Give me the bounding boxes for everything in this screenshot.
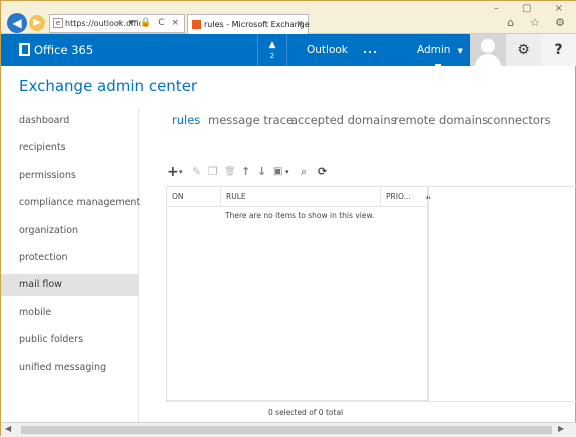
- page-icon: e: [53, 18, 63, 28]
- gear-icon[interactable]: ⚙: [506, 34, 541, 66]
- notification-count: 2: [269, 52, 275, 60]
- help-icon[interactable]: ?: [541, 34, 576, 66]
- tab-connectors[interactable]: connectors: [487, 113, 551, 127]
- export-dropdown-icon[interactable]: ▾: [285, 164, 289, 180]
- delete-icon[interactable]: 🗑: [224, 164, 235, 180]
- search-icon[interactable]: ⌕: [301, 164, 307, 180]
- page-title: Exchange admin center: [19, 77, 198, 95]
- sidebar-item-dashboard[interactable]: dashboard: [1, 110, 139, 132]
- refresh-icon[interactable]: ⟳: [318, 164, 327, 180]
- browser-tab[interactable]: rules - Microsoft Exchange ×: [187, 14, 310, 34]
- office-logo-icon: [19, 43, 30, 56]
- sidebar-item-recipients[interactable]: recipients: [1, 137, 139, 159]
- avatar-head: [481, 39, 495, 53]
- column-header-on[interactable]: ON: [167, 187, 221, 207]
- details-pane: [428, 186, 576, 401]
- browser-window: ◀ ▶ e https://outlook.office3... ⌕ ▾ 🔒 C…: [0, 0, 576, 437]
- scroll-left-icon[interactable]: ◀: [5, 424, 11, 433]
- sidebar-item-permissions[interactable]: permissions: [1, 165, 139, 187]
- rules-list: ON RULE PRIO... ▲ There are no items to …: [166, 186, 431, 401]
- notification-icon: ▲: [268, 40, 276, 50]
- edit-icon[interactable]: ✎: [192, 164, 201, 180]
- tab-close-icon[interactable]: ×: [296, 15, 304, 34]
- brand-label: Office 365: [34, 43, 94, 57]
- forward-arrow-icon[interactable]: ▶: [29, 15, 45, 31]
- empty-list-message: There are no items to show in this view.: [225, 211, 375, 220]
- sidebar-item-unified-messaging[interactable]: unified messaging: [1, 357, 139, 379]
- tab-message-trace[interactable]: message trace: [208, 113, 293, 127]
- office-tab-icon: [192, 20, 201, 29]
- more-apps-button[interactable]: ...: [363, 34, 378, 66]
- divider: [166, 401, 576, 402]
- avatar[interactable]: [470, 34, 506, 66]
- admin-selected-indicator: [435, 64, 441, 66]
- export-icon[interactable]: ▣: [273, 164, 282, 180]
- selection-status: 0 selected of 0 total: [268, 408, 344, 417]
- browser-toolbar-icons[interactable]: ⌂ ☆ ⚙: [507, 16, 571, 29]
- column-header-rule[interactable]: RULE: [221, 187, 381, 207]
- left-navigation: dashboard recipients permissions complia…: [1, 108, 140, 426]
- tab-title: rules - Microsoft Exchange: [204, 20, 310, 29]
- sidebar-item-compliance-management[interactable]: compliance management: [1, 192, 140, 214]
- scroll-right-icon[interactable]: ▶: [558, 424, 564, 433]
- sidebar-item-organization[interactable]: organization: [1, 220, 139, 242]
- copy-icon[interactable]: ❐: [208, 164, 218, 180]
- sidebar-item-public-folders[interactable]: public folders: [1, 329, 139, 351]
- tab-accepted-domains[interactable]: accepted domains: [291, 113, 397, 127]
- window-controls[interactable]: – ▢ ×: [494, 3, 573, 14]
- horizontal-scrollbar[interactable]: ◀ ▶: [1, 422, 576, 437]
- move-down-icon[interactable]: ↓: [257, 164, 266, 180]
- tab-rules[interactable]: rules: [172, 113, 200, 127]
- move-up-icon[interactable]: ↑: [241, 164, 250, 180]
- sidebar-item-mail-flow[interactable]: mail flow: [1, 274, 139, 296]
- address-bar[interactable]: e https://outlook.office3... ⌕ ▾ 🔒 C ×: [49, 14, 185, 33]
- browser-chrome: ◀ ▶ e https://outlook.office3... ⌕ ▾ 🔒 C…: [1, 1, 576, 34]
- notifications-button[interactable]: ▲ 2: [257, 34, 287, 66]
- scroll-thumb[interactable]: [21, 426, 552, 434]
- table-header: ON RULE PRIO... ▲: [167, 186, 431, 207]
- outlook-link[interactable]: Outlook: [307, 34, 348, 66]
- admin-menu[interactable]: Admin ▼: [417, 34, 463, 66]
- chevron-down-icon: ▼: [457, 47, 463, 55]
- sidebar-item-protection[interactable]: protection: [1, 247, 139, 269]
- office365-brand[interactable]: Office 365: [19, 42, 93, 58]
- avatar-body: [475, 54, 501, 66]
- tab-remote-domains[interactable]: remote domains: [394, 113, 488, 127]
- add-dropdown-icon[interactable]: ▾: [179, 164, 183, 180]
- add-icon[interactable]: +: [167, 164, 179, 180]
- back-arrow-icon[interactable]: ◀: [7, 13, 27, 33]
- address-bar-icons[interactable]: ⌕ ▾ 🔒 C ×: [117, 15, 181, 32]
- sidebar-item-mobile[interactable]: mobile: [1, 302, 139, 324]
- admin-label: Admin: [417, 44, 451, 56]
